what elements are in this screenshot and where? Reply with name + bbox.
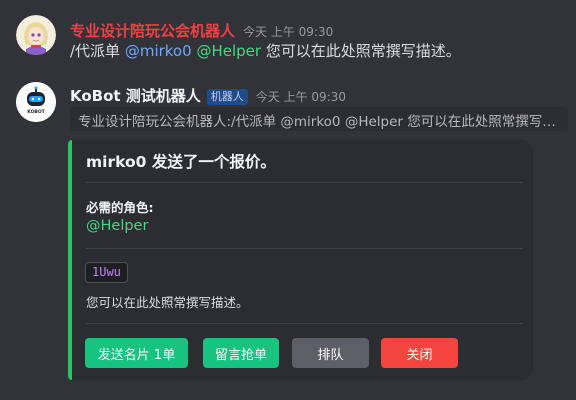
- avatar-label: KOBOT: [27, 109, 45, 115]
- close-button[interactable]: 关闭: [381, 338, 458, 368]
- message-header: 专业设计陪玩公会机器人 今天 上午 09:30: [70, 20, 333, 41]
- queue-button[interactable]: 排队: [292, 338, 369, 368]
- reply-preview[interactable]: 专业设计陪玩公会机器人:/代派单 @mirko0 @Helper 您可以在此处照…: [70, 107, 568, 131]
- message-header: KoBot 测试机器人 机器人 今天 上午 09:30: [70, 85, 346, 106]
- send-card-button[interactable]: 发送名片 1单: [85, 338, 188, 368]
- username[interactable]: KoBot 测试机器人: [70, 85, 201, 106]
- divider: [86, 248, 523, 249]
- robot-avatar-icon: KOBOT: [16, 82, 56, 122]
- inline-code: 1Uwu: [85, 262, 128, 283]
- embed-card: mirko0 发送了一个报价。 必需的角色: @Helper 1Uwu 您可以在…: [68, 140, 533, 380]
- mention-role[interactable]: @Helper: [196, 42, 261, 60]
- role-mention[interactable]: @Helper: [86, 218, 148, 234]
- bot-badge: 机器人: [206, 89, 248, 105]
- avatar[interactable]: KOBOT: [16, 82, 56, 122]
- avatar[interactable]: [16, 15, 56, 55]
- mention-user[interactable]: @mirko0: [125, 42, 192, 60]
- divider: [86, 323, 523, 324]
- message-text-prefix: /代派单: [70, 42, 125, 60]
- timestamp: 今天 上午 09:30: [243, 25, 334, 39]
- anime-avatar-icon: [16, 15, 56, 55]
- message-text-suffix: 您可以在此处照常撰写描述。: [261, 42, 461, 60]
- field-name: 必需的角色:: [86, 200, 154, 215]
- grab-order-button[interactable]: 留言抢单: [203, 338, 279, 368]
- timestamp: 今天 上午 09:30: [255, 90, 347, 104]
- divider: [86, 182, 523, 183]
- message-content: /代派单 @mirko0 @Helper 您可以在此处照常撰写描述。: [70, 40, 461, 61]
- embed-title: mirko0 发送了一个报价。: [86, 153, 276, 171]
- embed-description: 您可以在此处照常撰写描述。: [86, 295, 249, 310]
- username[interactable]: 专业设计陪玩公会机器人: [70, 20, 235, 41]
